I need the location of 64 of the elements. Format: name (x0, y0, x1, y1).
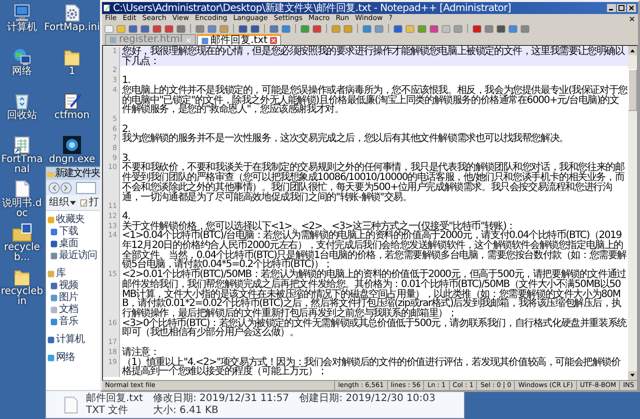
created-date: 创建日期: 2019/12/30 10:03 (299, 393, 436, 404)
nav-item[interactable]: 计算机 (47, 334, 84, 346)
file-icon (200, 36, 209, 44)
nav-item[interactable]: 下载 (47, 226, 78, 238)
desktop-icon-label[interactable]: ctfmon (54, 111, 90, 121)
text-line: 我为您解锁的服务并不是一次性服务，这次交易完成之后，您以后有其他文件解锁需求也可以找我帮您解决。 (121, 134, 570, 144)
minimize-icon[interactable] (607, 4, 616, 12)
caret-icon (70, 200, 76, 204)
text-line: 1. (121, 76, 130, 86)
file-icon (109, 36, 117, 44)
text-line: （1）慎重以上"4.<2>"项交易方式！因为：我们会对解锁后的文件的价值进行评估，若发现其价值较高，可能会把解锁价格提高到一个您难以接受的程度（可能上万元）； (121, 358, 622, 377)
nav-item[interactable]: 桌面 (47, 238, 78, 250)
window-title: 新建文件夹 (55, 168, 100, 178)
text-line: 2. (121, 124, 130, 134)
address-field[interactable] (76, 182, 96, 194)
window-title: C:\Users\Administrator\Desktop\新建文件夹\邮件回复.txt - Notepad++ [Administrator] (113, 2, 512, 14)
desktop-icon-label[interactable]: recycleb... (0, 243, 44, 263)
maximize-icon[interactable] (617, 4, 626, 12)
close-icon[interactable] (627, 4, 636, 12)
file-tab[interactable]: 邮件回复.txt (196, 34, 281, 45)
text-line: 请注意： (121, 348, 160, 358)
desktop-icon-label[interactable]: 回收站 (7, 111, 37, 121)
notepad-icon (103, 4, 111, 12)
nav-item[interactable]: 收藏夹 (47, 214, 84, 226)
text-line: 不要和我砍价，不要和我谈关于在我制定的交易规则之外的任何事情，我只是代表我的解锁团队和您对话，我和您往来的邮件受到我们团队的严格审查（您可以把我想象成10086/10010/10000的电话客服，他/她们只和您谈手机卡的相关业务，而不会和您谈除此之外的其他事情）。我们团队很忙，每天要为500+位用户完成解锁需求。我只会按交易流程和您进行沟通，一切沟通都是为了尽可能高效地促成我们之间的"转账-解锁"交易。 (121, 163, 626, 202)
text-line: 4. (121, 212, 130, 222)
file-type: TXT 文件 (86, 405, 130, 416)
nav-item[interactable]: 文档 (47, 304, 78, 316)
orb-app-icon[interactable] (62, 135, 82, 155)
nav-item[interactable]: 图片 (47, 292, 78, 304)
scrollbar[interactable] (628, 46, 637, 380)
scroll-down-icon[interactable] (628, 371, 637, 380)
spreadsheet-shortcut-icon[interactable] (12, 135, 32, 155)
back-forward-icon[interactable] (48, 182, 74, 194)
scroll-thumb[interactable] (628, 69, 637, 111)
nav-item[interactable]: 库 (47, 268, 66, 280)
text-line: <2>0.01个比特币(BTC)/50MB：若您认为解锁的电脑上的资料的价值低于2000元，但高于500元，请把要解锁的文件通过邮件发给我们，我们帮您解锁完成之后再把文件发给您。其价格为：0.01个比特币(BTC)/50MB（文件大小不满50MB以50MB计算，文件大小指的是该文件在未被压缩的情况下的磁盘空间占用量），以此类推（如：您需要解锁的文件大小为80MB，请付款0.01*2=0.02个比特币(BTC)之后，然后将文件打包压缩(zip或rar格式)后发到我邮箱，我将该压缩包解压后，执行解锁操作，最后把解锁后的文件重新打包后再发到之前您与我联系的邮箱里）； (121, 270, 626, 319)
organize-menu[interactable]: 组织 (48, 198, 77, 208)
folder-badge-icon[interactable] (12, 223, 32, 243)
text-file-icon (64, 396, 78, 414)
notepad-pen-icon[interactable] (62, 91, 82, 111)
modified-date: 修改日期: 2019/12/31 11:57 (152, 393, 290, 404)
desktop-icon-label[interactable]: 计算机 (7, 23, 37, 33)
text-line: 您电脑上的文件并不是我锁定的，可能是您误操作或者病毒所为，您不应该恨我。相反，我会为您提供最专业(我保证对于您的电脑中"已锁定"的文件，除我之外无人能解锁)且价格最低廉(淘宝上同类的解锁服务的价格通常在6000+元/台电脑)的文件解锁服务，是您的"救命恩人"，您应该感谢我才对。 (121, 86, 628, 115)
close-icon[interactable] (629, 16, 635, 22)
nav-item[interactable]: 网络 (47, 352, 75, 364)
desktop-icon-label[interactable]: FortTmanal (0, 155, 44, 175)
folder-icon (47, 170, 55, 178)
desktop-icon-label[interactable]: 说明书.doc (0, 199, 44, 219)
text-line: <3>0个比特币(BTC)：若您认为被锁定的文件无需解锁或其总价值低于500元，请勿联系我们，自行格式化硬盘并重装系统即可（我也相信有少部分用户会这么做）。 (121, 318, 628, 338)
toolbar-button[interactable]: 打 (79, 198, 100, 208)
document-pen-icon (80, 198, 88, 206)
desktop-icon-label[interactable]: recyclebin (0, 287, 44, 307)
file-name: 邮件回复.txt (86, 393, 143, 404)
file-size: 大小: 6.41 KB (152, 405, 220, 416)
scroll-up-icon[interactable] (628, 46, 637, 55)
desktop-icon-label[interactable]: dngn.exe (48, 155, 96, 165)
desktop-icon-label[interactable]: FortMap.ini (44, 23, 100, 33)
nav-item[interactable]: 视频 (47, 280, 78, 292)
text-line: 3. (121, 154, 130, 164)
nav-item[interactable]: 最近访问 (47, 250, 97, 262)
desktop-icon-label[interactable]: 网络 (12, 67, 32, 77)
desktop-icon-label[interactable]: 1 (68, 67, 76, 77)
nav-item[interactable]: 音乐 (47, 316, 78, 328)
